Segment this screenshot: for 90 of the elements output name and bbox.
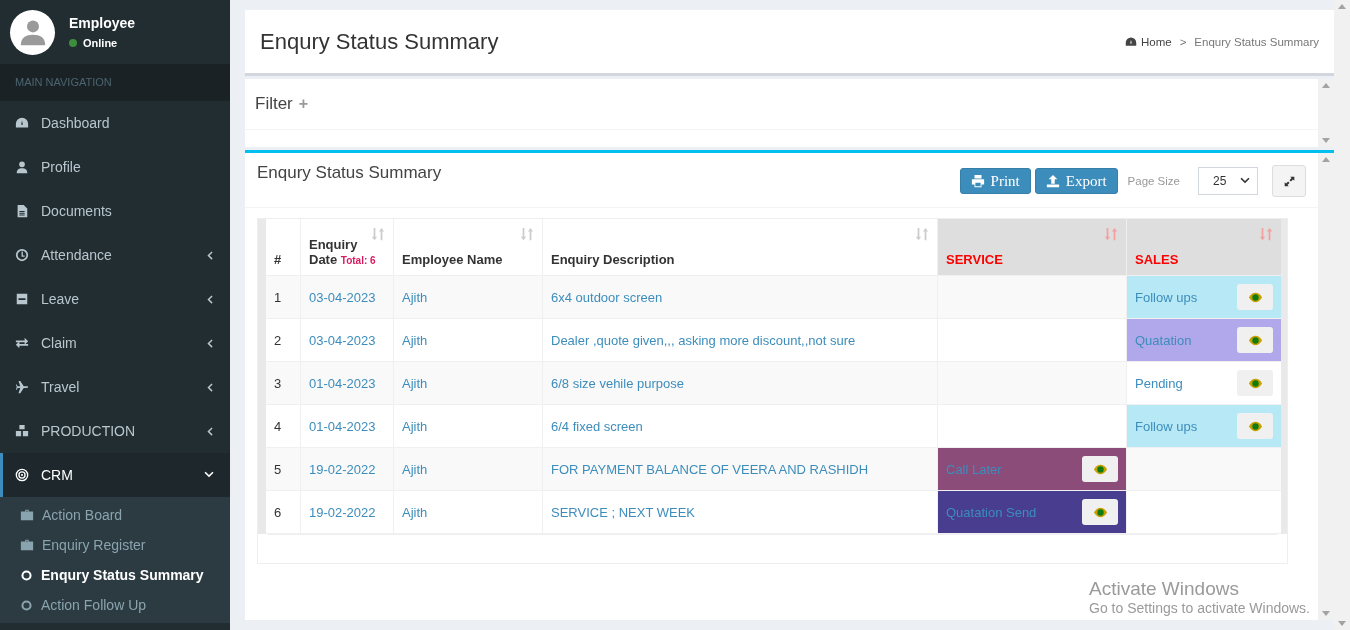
page-size-label: Page Size bbox=[1127, 175, 1180, 187]
table-cell: Ajith bbox=[393, 318, 543, 362]
table-cell: 6/4 fixed screen bbox=[542, 404, 938, 448]
scrollbar[interactable] bbox=[1318, 79, 1334, 147]
chevron-left-icon bbox=[204, 425, 215, 437]
view-button[interactable] bbox=[1082, 456, 1118, 482]
document-icon bbox=[15, 204, 29, 218]
page-size-select[interactable]: 25 bbox=[1198, 167, 1258, 195]
nav-item[interactable]: Documents bbox=[0, 189, 230, 233]
nav-item[interactable]: Attendance bbox=[0, 233, 230, 277]
nav-item[interactable]: CRM bbox=[0, 453, 230, 497]
user-name: Employee bbox=[69, 15, 136, 31]
chevron-left-icon bbox=[204, 381, 215, 393]
cubes-icon bbox=[15, 424, 29, 438]
submenu-item[interactable]: Enqury Status Summary bbox=[0, 560, 230, 590]
sort-icon bbox=[915, 227, 929, 241]
nav-item[interactable]: Profile bbox=[0, 145, 230, 189]
view-button[interactable] bbox=[1237, 284, 1273, 310]
clock-icon bbox=[15, 248, 29, 262]
table-cell: 6x4 outdoor screen bbox=[542, 275, 938, 319]
breadcrumb-home[interactable]: Home bbox=[1124, 35, 1172, 48]
table-cell: Dealer ,quote given,,, asking more discount,,not sure bbox=[542, 318, 938, 362]
dashboard-gauge-icon bbox=[15, 116, 29, 130]
view-button[interactable] bbox=[1082, 499, 1118, 525]
table-cell: Ajith bbox=[393, 490, 543, 534]
briefcase-icon bbox=[20, 508, 34, 522]
section-title: Enqury Status Summary bbox=[257, 163, 442, 184]
user-status: Online bbox=[83, 37, 118, 49]
status-dot bbox=[69, 39, 77, 47]
activation-text: Go to Settings to activate Windows. bbox=[1089, 600, 1310, 616]
expand-button[interactable] bbox=[1272, 165, 1306, 197]
upload-icon bbox=[1045, 174, 1060, 188]
printer-icon bbox=[970, 174, 985, 188]
activation-title: Activate Windows bbox=[1089, 578, 1240, 600]
status-text: Quatation bbox=[1135, 332, 1192, 348]
table-cell: 19-02-2022 bbox=[300, 490, 394, 534]
nav-header: MAIN NAVIGATION bbox=[0, 64, 230, 101]
table-cell: 03-04-2023 bbox=[300, 275, 394, 319]
expand-arrows-icon bbox=[1283, 175, 1295, 187]
submenu-item[interactable]: Action Board bbox=[0, 500, 230, 530]
chevron-left-icon bbox=[204, 249, 215, 261]
page-scrollbar[interactable] bbox=[1334, 0, 1350, 630]
nav-item[interactable]: PRODUCTION bbox=[0, 409, 230, 453]
status-text: Follow ups bbox=[1135, 289, 1198, 305]
sort-icon bbox=[1104, 227, 1118, 241]
chevron-left-icon bbox=[204, 337, 215, 349]
table-cell: SERVICE ; NEXT WEEK bbox=[542, 490, 938, 534]
user-icon bbox=[15, 160, 29, 174]
table-cell: Ajith bbox=[393, 447, 543, 491]
view-button[interactable] bbox=[1237, 413, 1273, 439]
sort-icon bbox=[520, 227, 534, 241]
page-title: Enqury Status Summary bbox=[260, 28, 499, 55]
avatar-icon bbox=[10, 9, 55, 55]
table-cell: Ajith bbox=[393, 361, 543, 405]
nav-item[interactable]: Claim bbox=[0, 321, 230, 365]
briefcase-icon bbox=[20, 538, 34, 552]
export-button[interactable]: Export bbox=[1034, 168, 1118, 194]
breadcrumb-current: Enqury Status Summary bbox=[1194, 35, 1319, 48]
table-cell: Ajith bbox=[393, 275, 543, 319]
table-cell: 01-04-2023 bbox=[300, 361, 394, 405]
submenu-item[interactable]: Action Follow Up bbox=[0, 590, 230, 620]
plane-icon bbox=[15, 380, 29, 394]
scrollbar[interactable] bbox=[1318, 153, 1334, 620]
table-cell: FOR PAYMENT BALANCE OF VEERA AND RASHIDH bbox=[542, 447, 938, 491]
dashboard-gauge-icon bbox=[1124, 35, 1137, 48]
sort-icon bbox=[1259, 227, 1273, 241]
table-cell: Ajith bbox=[393, 404, 543, 448]
chevron-left-icon bbox=[204, 293, 215, 305]
nav-item[interactable]: Travel bbox=[0, 365, 230, 409]
filter-title: Filter bbox=[255, 94, 293, 114]
nav-item[interactable]: Leave bbox=[0, 277, 230, 321]
submenu-item[interactable]: Enquiry Register bbox=[0, 530, 230, 560]
table-cell: 6/8 size vehile purpose bbox=[542, 361, 938, 405]
table-cell: 19-02-2022 bbox=[300, 447, 394, 491]
status-text: Call Later bbox=[946, 461, 1002, 477]
table-cell: 01-04-2023 bbox=[300, 404, 394, 448]
exchange-arrows-icon bbox=[15, 336, 29, 350]
view-button[interactable] bbox=[1237, 327, 1273, 353]
nav-item[interactable]: Dashboard bbox=[0, 101, 230, 145]
circle-icon bbox=[20, 598, 33, 612]
sort-icon bbox=[371, 227, 385, 241]
view-button[interactable] bbox=[1237, 370, 1273, 396]
breadcrumb-separator: > bbox=[1179, 35, 1187, 48]
circle-icon bbox=[20, 568, 33, 582]
print-button[interactable]: Print bbox=[959, 168, 1031, 194]
table-cell: 03-04-2023 bbox=[300, 318, 394, 362]
target-icon bbox=[15, 468, 29, 482]
status-text: Follow ups bbox=[1135, 418, 1198, 434]
status-text: Quatation Send bbox=[946, 504, 1037, 520]
status-text: Pending bbox=[1135, 375, 1183, 391]
